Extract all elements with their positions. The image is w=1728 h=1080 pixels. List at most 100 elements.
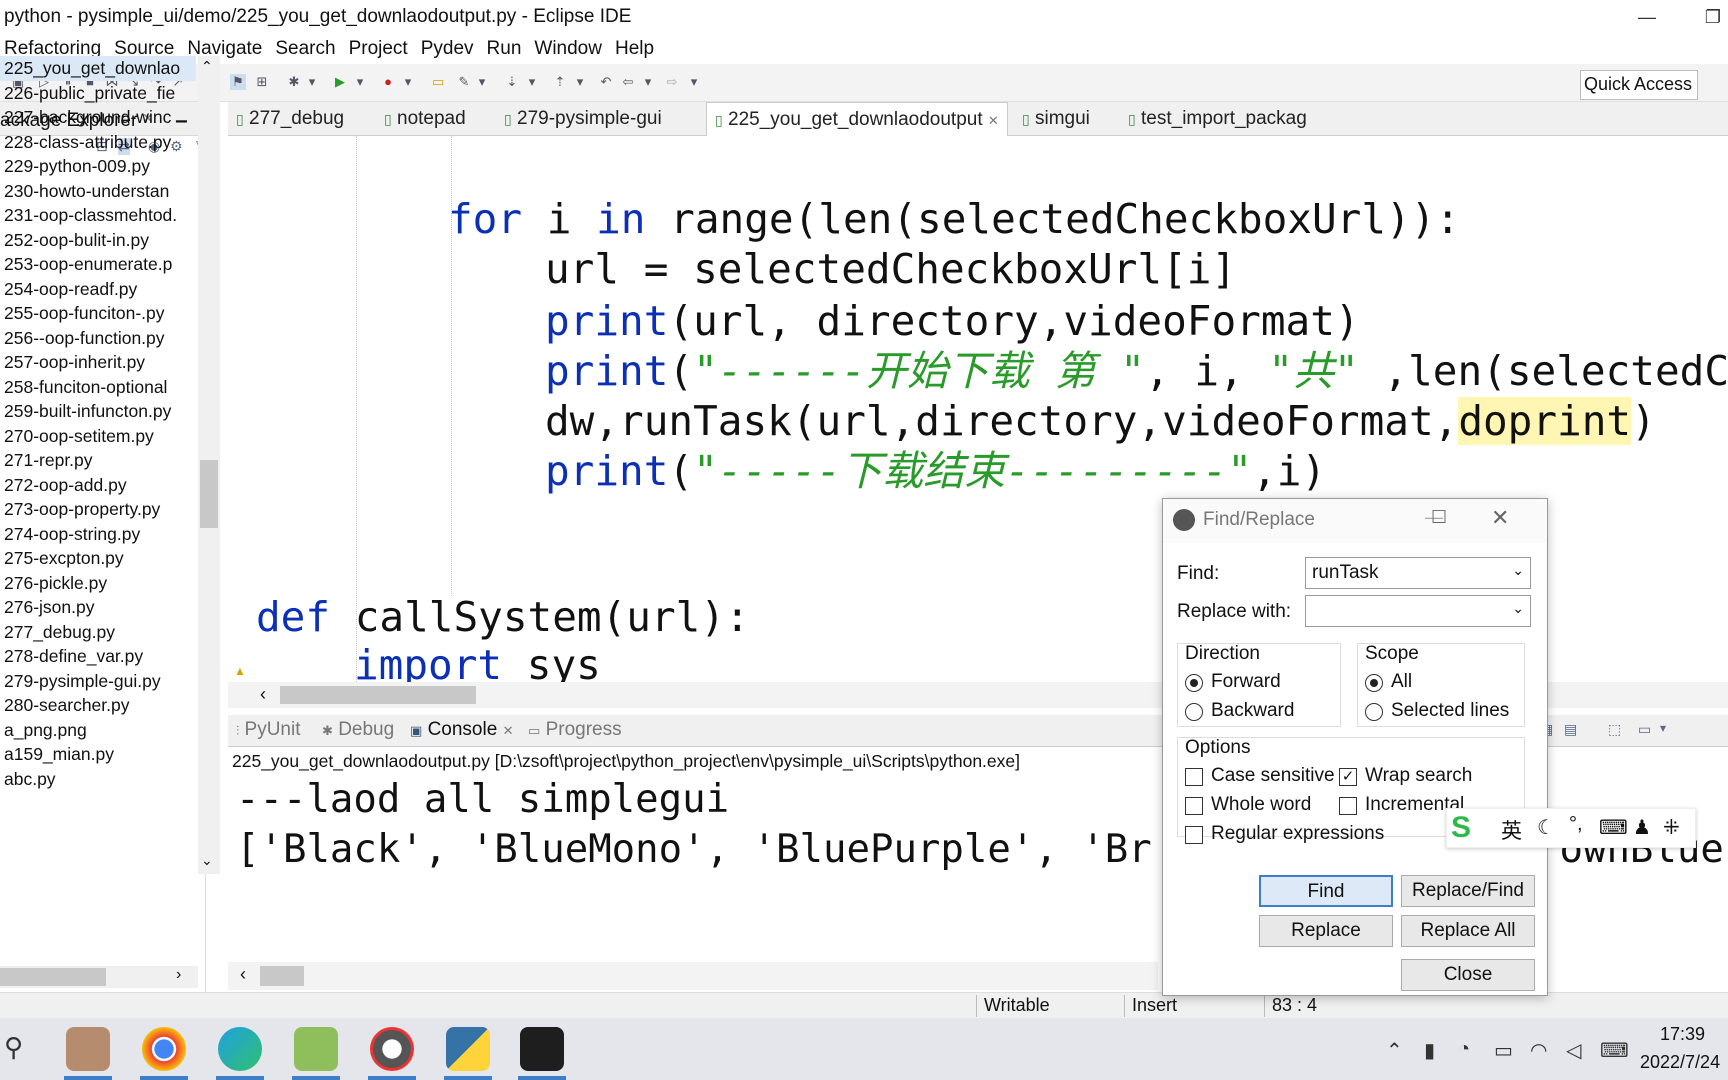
package-tree-item[interactable]: 273-oop-property.py [0, 497, 196, 522]
package-tree-item[interactable]: 276-pickle.py [0, 571, 196, 596]
wifi-icon[interactable]: ◠ [1530, 1038, 1547, 1063]
console-hscroll[interactable]: ‹ [228, 962, 1158, 990]
package-tree-item[interactable]: 272-oop-add.py [0, 473, 196, 498]
tab-test-import-packag[interactable]: ▯ test_import_packag [1128, 102, 1307, 136]
scope-all-label[interactable]: All [1391, 671, 1412, 693]
minimize-button[interactable]: — [1624, 0, 1670, 34]
menu-navigate[interactable]: Navigate [183, 34, 271, 60]
menu-window[interactable]: Window [530, 34, 611, 60]
wrap-search-checkbox[interactable]: ✓ [1339, 768, 1357, 786]
chevron-down-icon[interactable]: ▾ [640, 74, 656, 90]
notepad-app-icon[interactable] [294, 1027, 338, 1071]
regex-checkbox[interactable] [1185, 826, 1203, 844]
user-icon[interactable]: ♟ [1633, 815, 1651, 840]
package-tree-item[interactable]: 230-howto-understan [0, 179, 196, 204]
keyboard-icon[interactable]: ⌨ [1600, 1038, 1629, 1063]
scroll-left-icon[interactable]: ‹ [260, 684, 266, 705]
scroll-up-icon[interactable]: ⌃ [201, 58, 213, 75]
menu-run[interactable]: Run [483, 34, 531, 60]
replace-input[interactable]: ⌄ [1305, 595, 1531, 627]
package-scrollbar[interactable]: ⌃ ⌄ [198, 56, 220, 874]
grid-icon[interactable]: ⁜ [1663, 815, 1680, 840]
open-perspective-icon[interactable]: ⊞ [254, 74, 270, 90]
scope-all-radio[interactable] [1365, 674, 1383, 692]
chevron-down-icon[interactable]: ▾ [1660, 721, 1666, 735]
search-icon[interactable]: ⚲ [4, 1032, 23, 1063]
close-button[interactable]: Close [1401, 959, 1535, 991]
package-tree-item[interactable]: 280-searcher.py [0, 693, 196, 718]
chevron-down-icon[interactable]: ▾ [686, 74, 702, 90]
debug-icon[interactable]: ✱ [286, 74, 302, 90]
regex-label[interactable]: Regular expressions [1211, 823, 1384, 845]
package-tree-item[interactable]: 231-oop-classmehtod. [0, 203, 196, 228]
find-input[interactable]: runTask ⌄ [1305, 557, 1531, 589]
scrollbar-thumb[interactable] [280, 686, 476, 704]
scroll-left-icon[interactable]: ‹ [240, 964, 246, 985]
prev-annotation-icon[interactable]: ⇡ [552, 74, 568, 90]
back-icon[interactable]: ⇦ [620, 74, 636, 90]
case-sensitive-label[interactable]: Case sensitive [1211, 765, 1335, 787]
package-tree-item[interactable]: 277_debug.py [0, 620, 196, 645]
menu-pydev[interactable]: Pydev [417, 34, 483, 60]
maximize-icon[interactable]: ☐ [1431, 507, 1447, 528]
display-console-icon[interactable]: ▭ [1638, 721, 1651, 738]
ime-lang[interactable]: 英 [1501, 815, 1522, 845]
replace-find-button[interactable]: Replace/Find [1401, 875, 1535, 907]
package-tree-item[interactable]: 275-excpton.py [0, 546, 196, 571]
selected-lines-label[interactable]: Selected lines [1391, 700, 1509, 722]
tab-console[interactable]: ▣ Console ✕ [410, 719, 513, 741]
package-tree-item[interactable]: 228-class-attribute.py [0, 130, 196, 155]
tab-277-debug[interactable]: ▯ 277_debug [236, 102, 344, 136]
backward-label[interactable]: Backward [1211, 700, 1294, 722]
pin-console-icon[interactable]: ⬚ [1608, 721, 1621, 738]
backward-radio[interactable] [1185, 703, 1203, 721]
package-tree-item[interactable]: 270-oop-setitem.py [0, 424, 196, 449]
replace-all-button[interactable]: Replace All [1401, 915, 1535, 947]
battery-icon[interactable]: ▭ [1494, 1038, 1513, 1063]
tab-pyunit[interactable]: ⫶ PyUnit [236, 719, 301, 741]
tab-225-you-get-downlaodoutput[interactable]: ▯ 225_you_get_downlaodoutput ✕ [706, 102, 1008, 136]
chevron-down-icon[interactable]: ▾ [400, 74, 416, 90]
tab-notepad[interactable]: ▯ notepad [384, 102, 466, 136]
volume-icon[interactable]: ◁ [1566, 1038, 1581, 1063]
package-tree-item[interactable]: abc.py [0, 767, 196, 792]
whole-word-checkbox[interactable] [1185, 797, 1203, 815]
next-annotation-icon[interactable]: ⇣ [504, 74, 520, 90]
punctuation-icon[interactable]: °, [1569, 813, 1583, 836]
package-tree-item[interactable]: 278-define_var.py [0, 644, 196, 669]
package-tree-item[interactable]: 229-python-009.py [0, 154, 196, 179]
clock-time[interactable]: 17:39 [1660, 1024, 1705, 1045]
scrollbar-thumb[interactable] [260, 966, 304, 986]
keyboard-icon[interactable]: ⌨ [1599, 815, 1628, 840]
close-tab-icon[interactable]: ✕ [988, 113, 999, 128]
package-tree-item[interactable]: 258-funciton-optional [0, 375, 196, 400]
chevron-down-icon[interactable]: ⌄ [1512, 562, 1524, 579]
chevron-down-icon[interactable]: ▾ [572, 74, 588, 90]
package-tree-item[interactable]: 257-oop-inherit.py [0, 350, 196, 375]
package-hscroll[interactable]: › [0, 966, 198, 988]
microphone-icon[interactable]: ▮ [1424, 1038, 1435, 1063]
tab-progress[interactable]: ▭ Progress [528, 719, 622, 741]
package-tree-item[interactable]: 253-oop-enumerate.p [0, 252, 196, 277]
eclipse-app-icon[interactable] [66, 1027, 110, 1071]
menu-search[interactable]: Search [271, 34, 344, 60]
chevron-down-icon[interactable]: ▾ [524, 74, 540, 90]
scrollbar-thumb[interactable] [200, 460, 218, 528]
edge-app-icon[interactable] [218, 1027, 262, 1071]
scrollbar-thumb[interactable] [0, 968, 106, 986]
chrome-app-icon[interactable] [142, 1027, 186, 1071]
forward-icon[interactable]: ⇨ [664, 74, 680, 90]
package-tree-item[interactable]: 226-public_private_fie [0, 81, 196, 106]
package-tree-item[interactable]: 276-json.py [0, 595, 196, 620]
package-tree-item[interactable]: a_png.png [0, 718, 196, 743]
close-icon[interactable]: ✕ [1491, 505, 1509, 531]
incremental-checkbox[interactable] [1339, 797, 1357, 815]
chevron-down-icon[interactable]: ⌄ [1512, 600, 1524, 617]
scroll-down-icon[interactable]: ⌄ [201, 852, 213, 869]
last-edit-icon[interactable]: ↶ [598, 74, 614, 90]
restore-button[interactable]: ❐ [1690, 0, 1728, 34]
package-tree-item[interactable]: 274-oop-string.py [0, 522, 196, 547]
package-tree-item[interactable]: 225_you_get_downlao [0, 56, 196, 81]
close-tab-icon[interactable]: ✕ [503, 723, 514, 738]
package-tree-item[interactable]: 259-built-infuncton.py [0, 399, 196, 424]
